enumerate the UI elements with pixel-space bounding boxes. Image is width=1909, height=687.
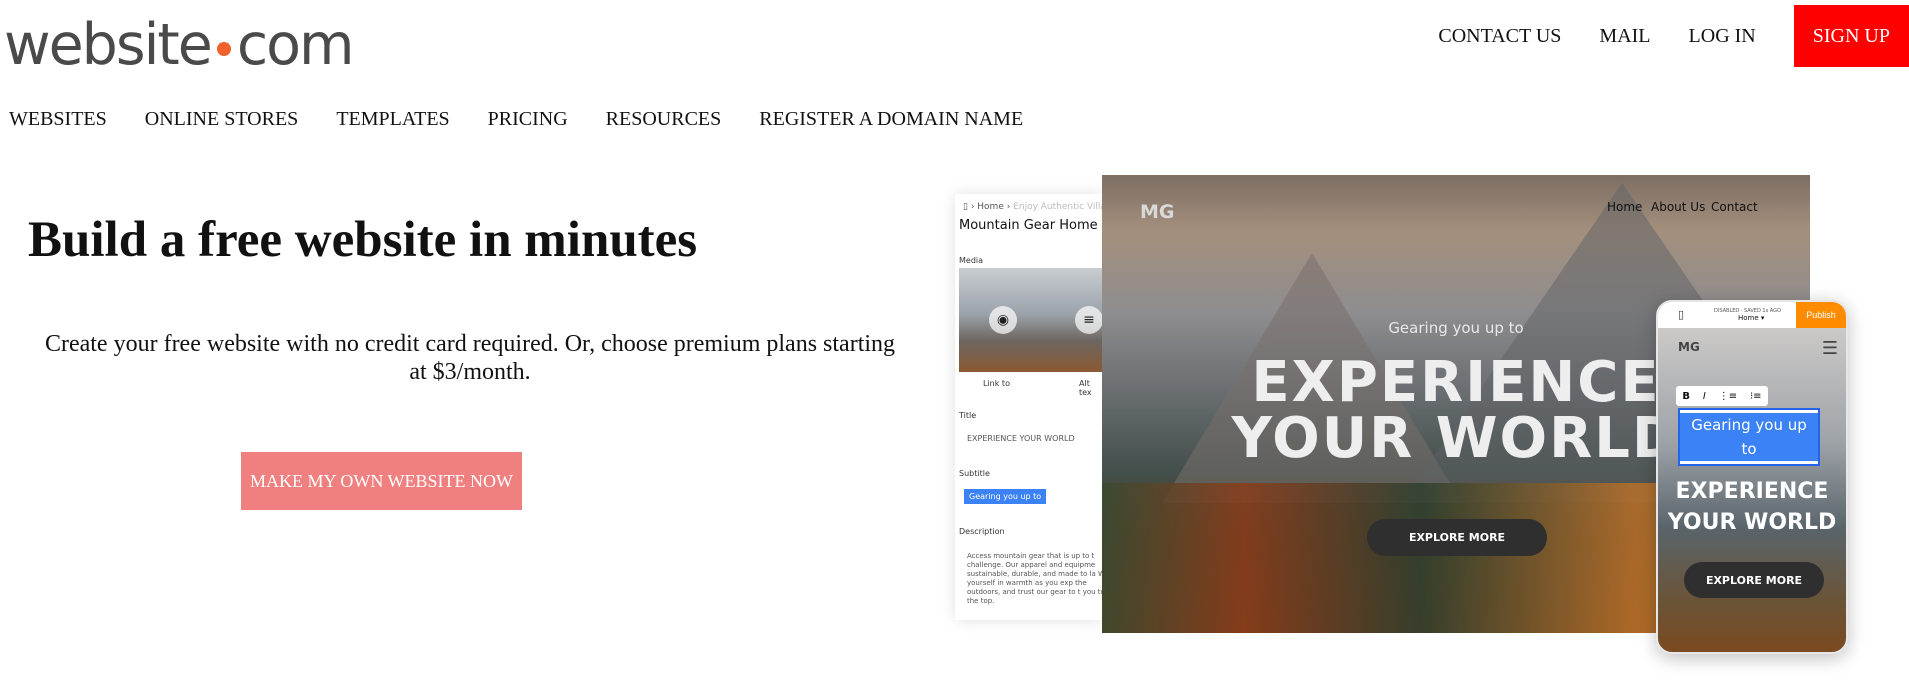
mail-link[interactable]: MAIL: [1599, 25, 1650, 48]
numbered-list-icon[interactable]: ⋮≡: [1719, 391, 1737, 402]
top-nav: CONTACT US MAIL LOG IN SIGN UP: [1438, 0, 1909, 73]
mobile-headline: EXPERIENCE YOUR WORLD: [1658, 476, 1846, 538]
preview-explore-button[interactable]: EXPLORE MORE: [1367, 519, 1547, 556]
breadcrumb-current: Enjoy Authentic Village Li: [1013, 202, 1103, 212]
contact-us-link[interactable]: CONTACT US: [1438, 25, 1561, 48]
mobile-toolbar: ▯ DISABLED · SAVED 1s AGO Home ▾ Publish: [1658, 302, 1846, 328]
nav-online-stores[interactable]: ONLINE STORES: [145, 108, 299, 131]
page-select-value: Home: [1738, 314, 1759, 322]
nav-resources[interactable]: RESOURCES: [606, 108, 722, 131]
preview-headline-line2: YOUR WORLD: [1231, 406, 1681, 471]
media-label: Media: [959, 256, 984, 265]
mobile-headline-line2: YOUR WORLD: [1667, 510, 1837, 535]
hero-subtitle: Create your free website with no credit …: [44, 331, 896, 385]
editor-panel: ▯ › Home › Enjoy Authentic Village Li Mo…: [955, 194, 1103, 620]
bullet-list-icon[interactable]: ⁝≡: [1750, 391, 1762, 402]
text-edit-box[interactable]: Gearing you up to: [1678, 408, 1820, 466]
publish-button[interactable]: Publish: [1796, 302, 1846, 328]
make-website-button[interactable]: MAKE MY OWN WEBSITE NOW: [241, 452, 522, 510]
subtitle-field[interactable]: Gearing you up to: [964, 489, 1047, 504]
media-thumbnail[interactable]: ◉ ≡: [959, 268, 1103, 372]
mobile-preview: ▯ DISABLED · SAVED 1s AGO Home ▾ Publish…: [1656, 300, 1848, 654]
nav-register-domain[interactable]: REGISTER A DOMAIN NAME: [759, 108, 1023, 131]
mobile-device-icon[interactable]: ▯: [1678, 308, 1684, 321]
nav-websites[interactable]: WEBSITES: [9, 108, 107, 131]
format-toolbar: B I ⋮≡ ⁝≡: [1676, 386, 1768, 406]
alt-text-label[interactable]: Alt tex: [1079, 379, 1103, 397]
page-select[interactable]: Home ▾: [1738, 314, 1764, 322]
chevron-down-icon: ▾: [1760, 314, 1765, 322]
logo-text-right: com: [236, 12, 355, 78]
subtitle-label: Subtitle: [959, 469, 990, 478]
settings-sliders-icon[interactable]: ≡: [1075, 306, 1103, 334]
preview-nav-about[interactable]: About Us: [1651, 200, 1705, 214]
preview-nav-contact[interactable]: Contact: [1711, 200, 1758, 214]
link-to-label[interactable]: Link to: [983, 379, 1010, 388]
site-logo[interactable]: website com: [4, 12, 355, 78]
camera-icon[interactable]: ◉: [989, 306, 1017, 334]
editor-page-title: Mountain Gear Home: [959, 218, 1098, 233]
mobile-explore-button[interactable]: EXPLORE MORE: [1684, 562, 1824, 598]
description-label: Description: [959, 527, 1005, 536]
bold-icon[interactable]: B: [1682, 391, 1690, 402]
preview-logo: MG: [1140, 201, 1175, 223]
nav-pricing[interactable]: PRICING: [488, 108, 568, 131]
logo-dot-icon: [216, 42, 231, 56]
sign-up-button[interactable]: SIGN UP: [1793, 5, 1909, 67]
main-nav: WEBSITES ONLINE STORES TEMPLATES PRICING…: [9, 108, 1061, 131]
hamburger-menu-icon[interactable]: ☰: [1822, 338, 1838, 359]
preview-nav-home[interactable]: Home: [1607, 200, 1642, 214]
nav-templates[interactable]: TEMPLATES: [336, 108, 449, 131]
log-in-link[interactable]: LOG IN: [1689, 25, 1756, 48]
italic-icon[interactable]: I: [1703, 391, 1706, 402]
logo-text-left: website: [4, 12, 213, 78]
breadcrumb-home[interactable]: Home: [977, 202, 1004, 212]
mobile-logo: MG: [1678, 340, 1700, 354]
selected-text[interactable]: Gearing you up to: [1680, 413, 1818, 461]
mobile-headline-line1: EXPERIENCE: [1675, 479, 1829, 504]
editor-breadcrumb: ▯ › Home › Enjoy Authentic Village Li: [963, 202, 1103, 212]
page-icon: ▯: [963, 202, 968, 212]
title-field[interactable]: EXPERIENCE YOUR WORLD: [967, 434, 1075, 443]
title-label: Title: [959, 411, 977, 420]
description-field[interactable]: Access mountain gear that is up to t cha…: [967, 552, 1103, 606]
hero-title: Build a free website in minutes: [28, 212, 698, 268]
